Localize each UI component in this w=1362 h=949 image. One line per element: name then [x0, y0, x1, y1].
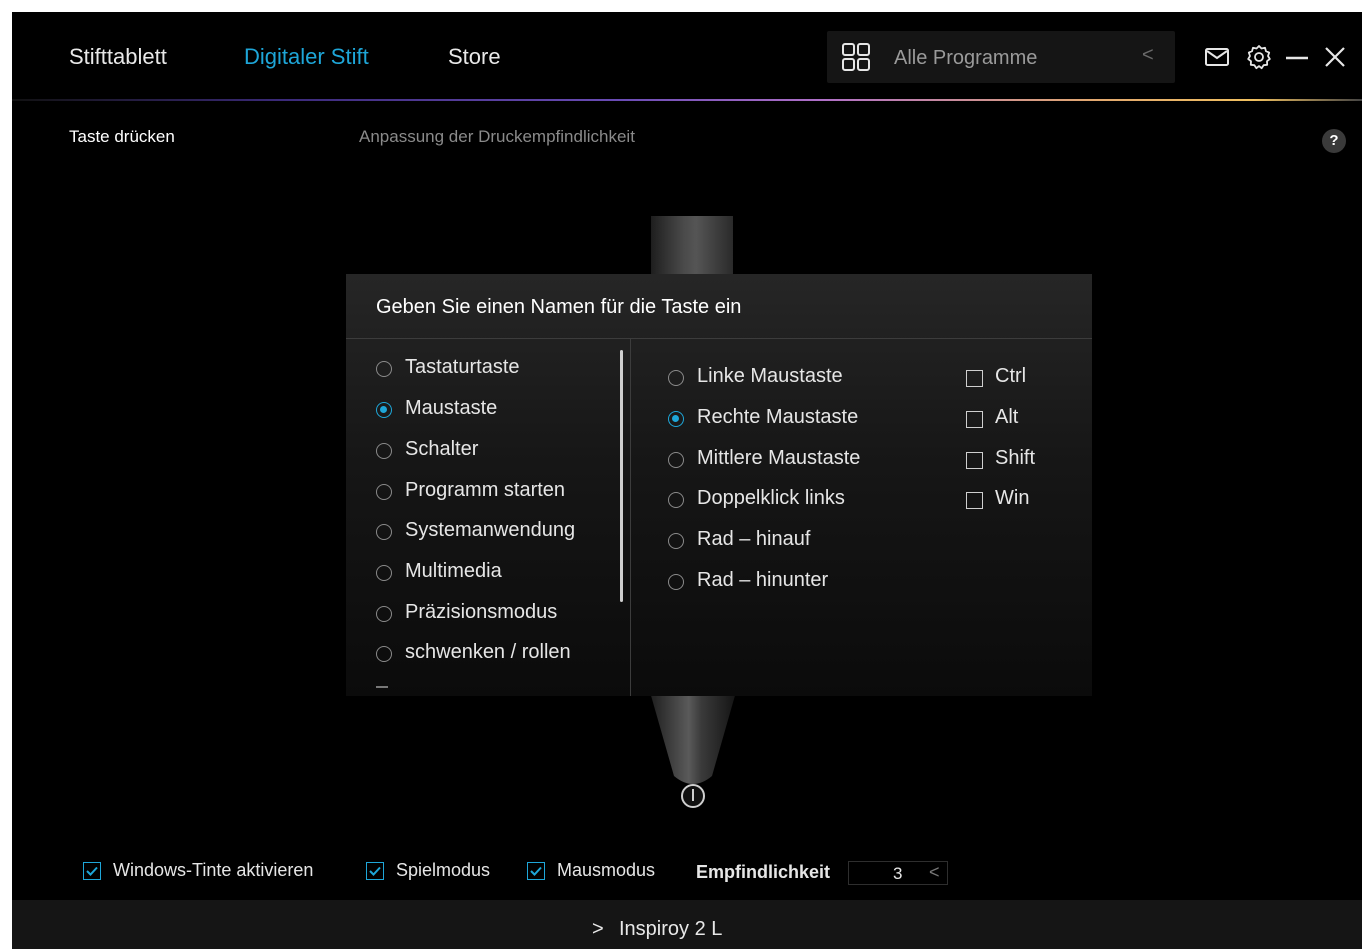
mail-icon[interactable] [1204, 44, 1230, 70]
list-overflow-indicator [376, 686, 388, 688]
tab-store[interactable]: Store [448, 44, 501, 70]
footer-bar: > Inspiroy 2 L [12, 900, 1362, 949]
radio-icon [376, 361, 392, 377]
option-label: Rad – hinauf [697, 528, 811, 550]
radio-selected-icon [376, 402, 392, 418]
dialog-title: Geben Sie einen Namen für die Taste ein [376, 296, 742, 318]
grid-icon [842, 43, 870, 71]
checkbox-icon [966, 492, 983, 509]
radio-icon [668, 574, 684, 590]
radio-icon [668, 533, 684, 549]
modifier-label: Ctrl [995, 365, 1027, 387]
checkbox-icon [966, 370, 983, 387]
category-scrollbar[interactable] [620, 350, 623, 602]
checkbox-icon [966, 411, 983, 428]
chevron-left-icon[interactable]: < [929, 862, 940, 883]
category-label: schwenken / rollen [405, 641, 571, 663]
app-window: Stifttablett Digitaler Stift Store Alle … [12, 12, 1362, 949]
minimize-icon[interactable] [1284, 44, 1310, 70]
radio-icon [376, 606, 392, 622]
checkbox-icon [966, 452, 983, 469]
option-label: Rad – hinunter [697, 569, 829, 591]
close-icon[interactable] [1322, 44, 1348, 70]
program-selector[interactable]: Alle Programme < [827, 31, 1175, 83]
tab-taste-druecken[interactable]: Taste drücken [69, 127, 175, 147]
windows-ink-label: Windows-Tinte aktivieren [113, 860, 314, 880]
tab-digitaler-stift[interactable]: Digitaler Stift [244, 44, 369, 70]
checkbox-checked-icon [527, 862, 545, 880]
tab-stifttablett[interactable]: Stifttablett [69, 44, 167, 70]
category-label: Systemanwendung [405, 519, 576, 541]
game-mode-label: Spielmodus [396, 860, 491, 880]
gear-icon[interactable] [1246, 44, 1272, 70]
radio-icon [376, 484, 392, 500]
radio-icon [668, 492, 684, 508]
modifier-label: Alt [995, 406, 1019, 428]
sensitivity-label: Empfindlichkeit [696, 862, 831, 882]
radio-icon [668, 370, 684, 386]
mouse-mode-label: Mausmodus [557, 860, 656, 880]
option-label: Rechte Maustaste [697, 406, 859, 428]
checkbox-checked-icon [83, 862, 101, 880]
checkbox-checked-icon [366, 862, 384, 880]
category-label: Schalter [405, 438, 479, 460]
sensitivity-value: 3 [893, 864, 903, 883]
modifier-label: Win [995, 487, 1030, 509]
option-label: Mittlere Maustaste [697, 447, 861, 469]
header: Stifttablett Digitaler Stift Store Alle … [12, 12, 1362, 100]
category-label: Maustaste [405, 397, 498, 419]
column-divider [630, 339, 631, 696]
button-assign-dialog: Geben Sie einen Namen für die Taste ein … [346, 274, 1092, 696]
header-gradient-line [12, 99, 1362, 101]
dialog-divider [346, 338, 1092, 339]
program-selector-label: Alle Programme [894, 47, 1038, 69]
chevron-right-icon[interactable]: > [592, 918, 604, 941]
radio-selected-icon [668, 411, 684, 427]
tab-druckempfindlichkeit[interactable]: Anpassung der Druckempfindlichkeit [359, 127, 635, 147]
chevron-left-icon[interactable]: < [1142, 44, 1154, 67]
category-label: Programm starten [405, 479, 566, 501]
category-label: Multimedia [405, 560, 502, 582]
help-button[interactable]: ? [1322, 129, 1346, 153]
radio-icon [376, 565, 392, 581]
modifier-label: Shift [995, 447, 1036, 469]
pen-tip-image [650, 692, 736, 808]
radio-icon [376, 443, 392, 459]
radio-icon [668, 452, 684, 468]
option-label: Linke Maustaste [697, 365, 843, 387]
option-label: Doppelklick links [697, 487, 845, 509]
category-label: Präzisionsmodus [405, 601, 558, 623]
sensitivity-selector[interactable]: 3 < [848, 861, 948, 885]
device-name[interactable]: Inspiroy 2 L [619, 918, 722, 941]
category-label: Tastaturtaste [405, 356, 520, 378]
radio-icon [376, 646, 392, 662]
radio-icon [376, 524, 392, 540]
